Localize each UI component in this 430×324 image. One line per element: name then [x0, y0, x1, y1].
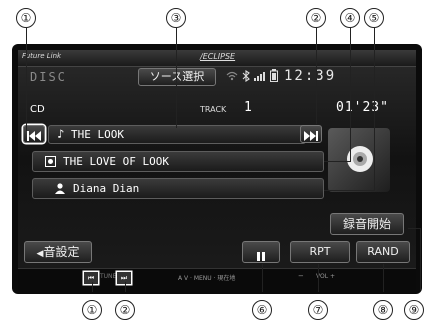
random-button[interactable]: RAND — [356, 241, 410, 263]
leader-7-bot — [318, 264, 319, 292]
callout-3-top: ③ — [166, 8, 186, 28]
leader-3-top — [176, 28, 177, 128]
wifi-icon — [226, 71, 238, 81]
record-start-button[interactable]: 録音開始 — [330, 213, 404, 235]
skip-forward-icon — [304, 131, 318, 141]
album-art — [328, 128, 390, 192]
hw-prev-button[interactable]: ⏮ — [84, 272, 98, 284]
bluetooth-icon — [242, 70, 250, 82]
leader-2-top — [316, 28, 317, 124]
skip-back-icon — [27, 131, 41, 141]
top-bar: Future Link ∕ECLIPSE — [18, 50, 416, 67]
leader-4-top — [350, 28, 351, 161]
leader-6-bot — [262, 264, 263, 292]
song-title: THE LOOK — [71, 128, 124, 141]
callout-4-top: ④ — [340, 8, 360, 28]
artist-name: Diana Dian — [73, 182, 140, 195]
screen: Future Link ∕ECLIPSE DISC ソース選択 12:39 CD… — [18, 50, 416, 290]
next-track-button[interactable] — [300, 125, 322, 143]
leader-4-horiz — [324, 161, 351, 162]
leader-8-bot — [383, 264, 384, 292]
leader-1-top — [26, 28, 27, 131]
callout-2-bot: ② — [115, 300, 135, 320]
pause-icon — [257, 248, 265, 268]
leader-1-bot — [92, 282, 93, 292]
callout-1-top: ① — [16, 8, 36, 28]
track-label: TRACK — [200, 105, 227, 114]
sound-settings-button[interactable]: ◀音設定 — [24, 241, 92, 263]
hw-next-button[interactable]: ⏭ — [117, 272, 131, 284]
elapsed-time: 01'23" — [336, 100, 389, 115]
source-select-button[interactable]: ソース選択 — [138, 68, 216, 86]
callout-2-top: ② — [306, 8, 326, 28]
album-title: THE LOVE OF LOOK — [63, 155, 169, 168]
track-number: 1 — [244, 100, 252, 115]
callout-6-bot: ⑥ — [252, 300, 272, 320]
leader-2-bot — [125, 282, 126, 292]
vol-minus-label[interactable]: − — [298, 272, 304, 280]
hardware-strip: ⏮ TUNE ⏭ A V · MENU · 現在地 VOL + − — [18, 268, 416, 290]
tune-label: TUNE — [100, 273, 117, 280]
leader-9-horiz — [408, 228, 421, 229]
signal-icon — [254, 72, 265, 81]
battery-icon — [270, 69, 278, 82]
callout-8-bot: ⑧ — [373, 300, 393, 320]
clock: 12:39 — [284, 68, 337, 84]
media-type: CD — [30, 104, 45, 115]
callout-9-bot: ⑨ — [404, 300, 424, 320]
leader-9-vert — [420, 228, 421, 290]
leader-5-horiz — [324, 190, 375, 191]
leader-5-top — [374, 28, 375, 190]
callout-1-bot: ① — [82, 300, 102, 320]
album-title-row[interactable]: THE LOVE OF LOOK — [32, 151, 324, 172]
repeat-button[interactable]: RPT — [290, 241, 350, 263]
disc-icon — [45, 156, 56, 167]
brand-eclipse: ∕ECLIPSE — [200, 52, 236, 61]
artist-row[interactable]: Diana Dian — [32, 178, 324, 199]
music-note-icon: ♪ — [57, 127, 65, 141]
pause-button[interactable] — [242, 241, 280, 263]
callout-7-bot: ⑦ — [308, 300, 328, 320]
callout-5-top: ⑤ — [364, 8, 384, 28]
av-menu-label[interactable]: A V · MENU · 現在地 — [178, 273, 235, 282]
song-title-row[interactable]: ♪ THE LOOK — [48, 125, 306, 144]
person-icon — [55, 183, 65, 194]
brand-future-link: Future Link — [22, 52, 62, 60]
mode-label: DISC — [30, 70, 67, 84]
sound-settings-label: 音設定 — [43, 245, 80, 259]
